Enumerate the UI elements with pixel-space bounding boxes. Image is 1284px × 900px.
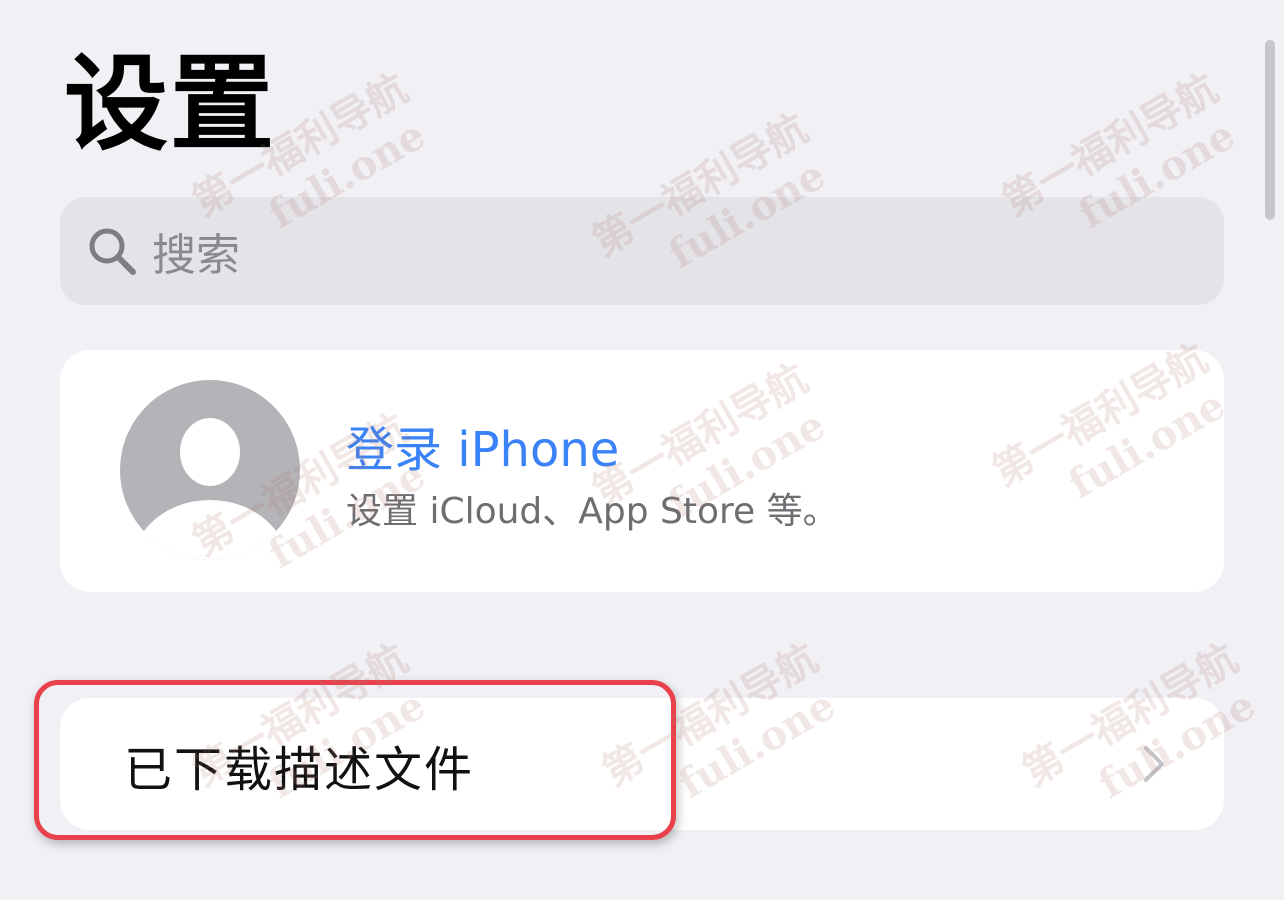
search-field[interactable]: 搜索: [60, 197, 1224, 305]
chevron-right-icon: [1138, 744, 1170, 784]
person-circle-icon: [120, 380, 300, 560]
page-title: 设置: [64, 43, 277, 165]
search-icon: [84, 223, 140, 279]
search-placeholder: 搜索: [152, 230, 240, 281]
highlight-annotation: [34, 680, 676, 840]
sign-in-subtitle: 设置 iCloud、App Store 等。: [346, 491, 839, 532]
sign-in-title[interactable]: 登录 iPhone: [346, 410, 619, 480]
settings-page: 设置 搜索 登录 iPhone 设置 iCloud、App Store 等。 已…: [0, 0, 1284, 900]
account-card[interactable]: 登录 iPhone 设置 iCloud、App Store 等。: [60, 350, 1224, 592]
scrollbar[interactable]: [1265, 40, 1275, 220]
